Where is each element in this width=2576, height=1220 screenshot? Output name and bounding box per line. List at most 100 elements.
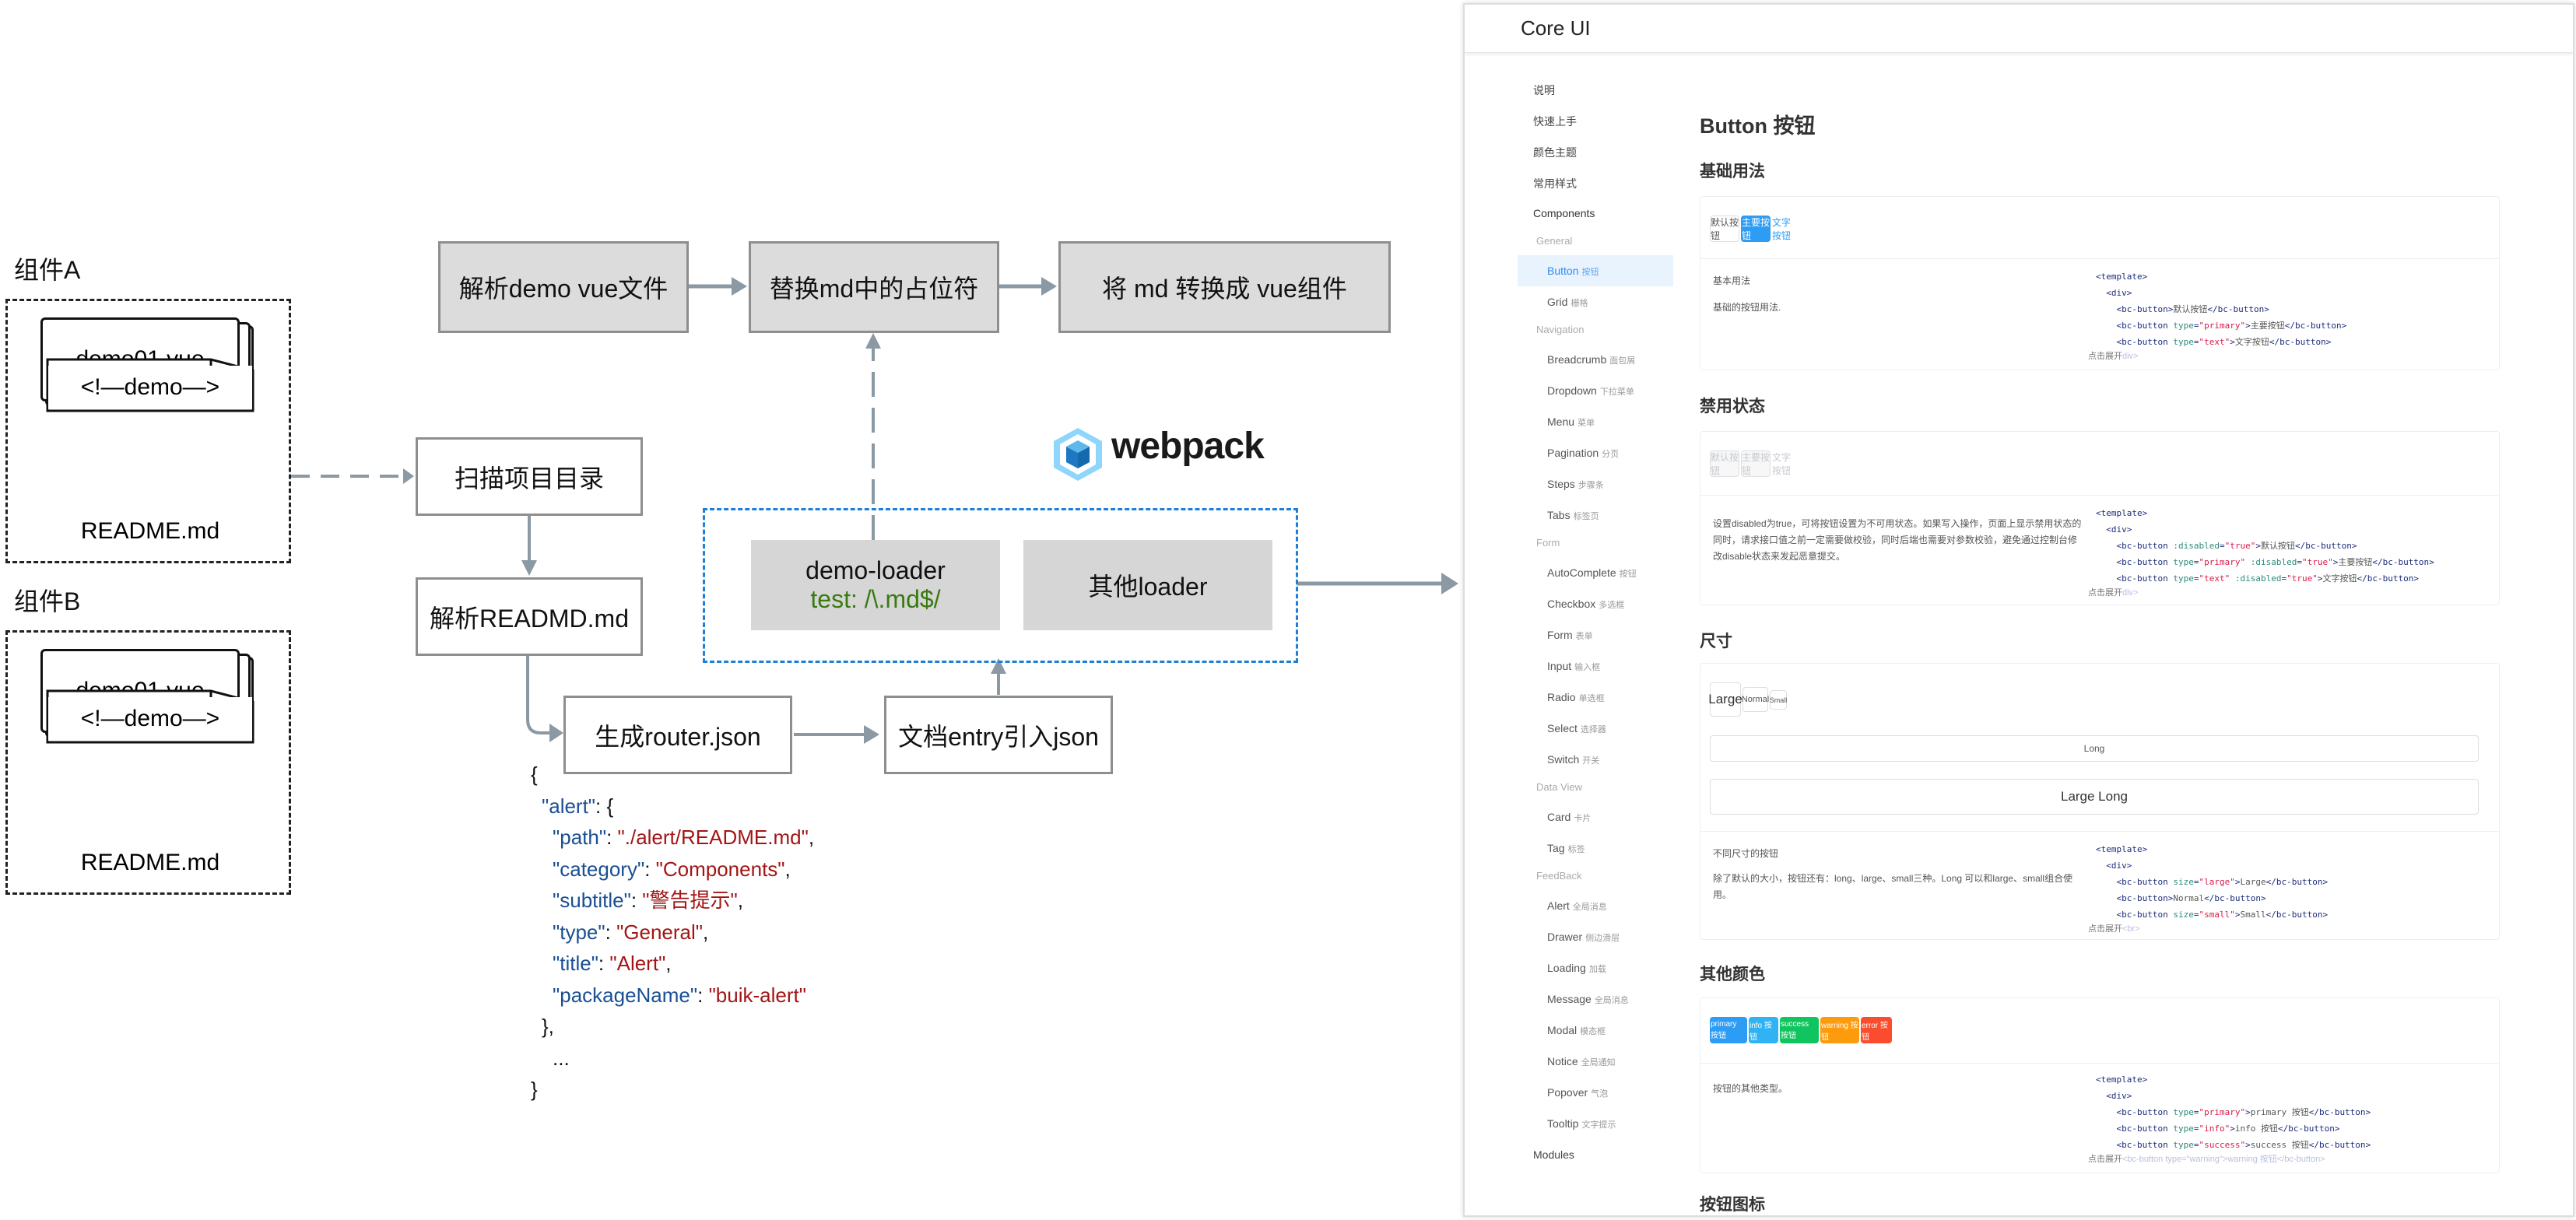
- code-tag: </bc-button: [2204, 893, 2261, 903]
- sidebar-item-label: Menu: [1547, 415, 1575, 428]
- code-tag: </bc-button: [2294, 541, 2352, 551]
- sidebar-item-label: Button: [1547, 265, 1579, 277]
- default-button-disabled[interactable]: 默认按钮: [1710, 450, 1739, 477]
- sidebar-item-breadcrumb[interactable]: Breadcrumb 面包屑: [1547, 353, 1635, 366]
- normal-button[interactable]: Normal: [1742, 687, 1769, 712]
- sidebar-item[interactable]: 常用样式: [1533, 176, 1577, 191]
- code-value: "info": [2199, 1124, 2230, 1134]
- large-button[interactable]: Large: [1708, 682, 1742, 717]
- sidebar-item-label: Grid: [1547, 296, 1568, 308]
- main-content: Button 按钮 基础用法 默认按钮 主要按钮 文字按钮 基本用法 基础的按钮…: [1700, 54, 2573, 1215]
- json-key: "alert": [542, 794, 596, 818]
- code-tag: >: [2126, 861, 2132, 871]
- sidebar-item-tag[interactable]: Tag 标签: [1547, 842, 1585, 855]
- color-button-primary[interactable]: primary 按钮: [1710, 1017, 1747, 1043]
- code-line: <bc-button type="primary">primary 按钮</bc…: [2116, 1107, 2371, 1117]
- code-tag: >: [2351, 541, 2357, 551]
- button-label: 文字按钮: [1772, 217, 1792, 241]
- button-label: primary 按钮: [1711, 1020, 1737, 1040]
- code-line: <div>: [2096, 857, 2328, 874]
- sidebar-item-notice[interactable]: Notice 全局通知: [1547, 1055, 1616, 1068]
- sidebar-item[interactable]: 快速上手: [1533, 114, 1577, 129]
- sidebar-item-loading[interactable]: Loading 加载: [1547, 962, 1606, 975]
- app-title[interactable]: Core UI: [1521, 16, 1591, 40]
- code-tag: <bc-button: [2116, 893, 2168, 903]
- sidebar-item-checkbox[interactable]: Checkbox 多选框: [1547, 598, 1624, 611]
- code-value: "text": [2199, 337, 2230, 347]
- text-button-disabled[interactable]: 文字按钮: [1772, 450, 1799, 477]
- sidebar-item-label: Dropdown: [1547, 384, 1597, 397]
- code-text: 文字按钮: [2234, 337, 2269, 347]
- code-tag: >: [2413, 573, 2419, 584]
- text-button[interactable]: 文字按钮: [1772, 216, 1799, 242]
- sidebar-item-select[interactable]: Select 选择器: [1547, 722, 1606, 735]
- demo-loader-box: demo-loader test: /\.md$/: [751, 540, 1000, 630]
- sidebar-item-grid[interactable]: Grid 栅格: [1547, 296, 1588, 309]
- sidebar-item-message[interactable]: Message 全局消息: [1547, 993, 1629, 1006]
- sidebar-section-title: Navigation: [1536, 324, 1585, 335]
- color-button-warning[interactable]: warning 按钮: [1820, 1017, 1859, 1043]
- color-button-success[interactable]: success 按钮: [1780, 1017, 1819, 1043]
- code-line: <bc-button :disabled="true">默认按钮</bc-but…: [2116, 541, 2357, 551]
- json-punct: ,: [703, 920, 709, 944]
- sidebar-item-modal[interactable]: Modal 模态框: [1547, 1024, 1606, 1037]
- sidebar-item[interactable]: 颜色主题: [1533, 145, 1577, 160]
- section-title-basic: 基础用法: [1700, 163, 1765, 181]
- sidebar-item-dropdown[interactable]: Dropdown 下拉菜单: [1547, 384, 1634, 398]
- code-value: "true": [2224, 541, 2256, 551]
- section-title-size: 尺寸: [1700, 633, 1732, 650]
- sidebar-item-switch[interactable]: Switch 开关: [1547, 753, 1599, 766]
- sidebar-item-autocomplete[interactable]: AutoComplete 按钮: [1547, 566, 1637, 580]
- router-json-sample: { "alert": { "path": "./alert/README.md"…: [531, 759, 814, 1106]
- json-close-inner: },: [542, 1015, 554, 1038]
- button-label: 默认按钮: [1711, 452, 1739, 476]
- sidebar-item[interactable]: Modules: [1533, 1148, 1574, 1161]
- code-block: <template> <div> <bc-button size="large"…: [2096, 841, 2328, 923]
- demo-card-basic: 默认按钮 主要按钮 文字按钮 基本用法 基础的按钮用法. <template> …: [1700, 196, 2500, 370]
- primary-button-disabled[interactable]: 主要按钮: [1741, 450, 1771, 477]
- step-md-to-vue: 将 md 转换成 vue组件: [1058, 241, 1391, 333]
- json-close: }: [531, 1078, 538, 1101]
- sidebar-item-label: Switch: [1547, 753, 1580, 766]
- demo-loader-test: test: /\.md$/: [810, 585, 941, 613]
- sidebar-item[interactable]: 说明: [1533, 82, 1555, 98]
- code-tag: >: [2126, 1091, 2132, 1101]
- sidebar-item-sublabel: 加载: [1588, 965, 1606, 974]
- json-value: "General": [616, 920, 704, 944]
- expand-code-link[interactable]: 点击展开<bc-button type="warning">warning 按钮…: [2088, 1152, 2325, 1165]
- sidebar-item-sublabel: 卡片: [1574, 814, 1592, 823]
- json-punct: :: [598, 952, 610, 975]
- sidebar-item-sublabel: 菜单: [1578, 419, 1595, 428]
- sidebar-item-radio[interactable]: Radio 单选框: [1547, 691, 1605, 704]
- sidebar-item-popover[interactable]: Popover 气泡: [1547, 1086, 1608, 1099]
- sidebar-item-input[interactable]: Input 输入框: [1547, 660, 1600, 673]
- sidebar-item[interactable]: Components: [1533, 207, 1595, 219]
- json-punct: : {: [595, 794, 614, 818]
- sidebar-item-form[interactable]: Form 表单: [1547, 629, 1593, 642]
- sidebar-item-tabs[interactable]: Tabs 标签页: [1547, 509, 1599, 522]
- sidebar-item-steps[interactable]: Steps 步骤条: [1547, 478, 1604, 491]
- color-button-error[interactable]: error 按钮: [1861, 1017, 1892, 1043]
- sidebar-item-pagination[interactable]: Pagination 分页: [1547, 447, 1619, 460]
- small-button[interactable]: Small: [1770, 690, 1787, 710]
- color-button-info[interactable]: info 按钮: [1749, 1017, 1778, 1043]
- demo-area: 默认按钮 主要按钮 文字按钮: [1700, 432, 2499, 496]
- expand-code-link[interactable]: 点击展开div>: [2088, 349, 2139, 362]
- sidebar-item-label: Modal: [1547, 1024, 1578, 1036]
- sidebar-item-alert[interactable]: Alert 全局消息: [1547, 899, 1607, 913]
- code-tag: >: [2429, 557, 2434, 567]
- default-button[interactable]: 默认按钮: [1710, 216, 1739, 242]
- code-tag: </bc-button: [2265, 910, 2323, 920]
- sidebar-item-button[interactable]: Button 按钮: [1547, 265, 1599, 278]
- expand-code-link[interactable]: 点击展开<br>: [2088, 922, 2140, 934]
- sidebar-item-card[interactable]: Card 卡片: [1547, 811, 1591, 824]
- sidebar-item-tooltip[interactable]: Tooltip 文字提示: [1547, 1117, 1616, 1131]
- code-tag: >: [2142, 1075, 2148, 1085]
- primary-button[interactable]: 主要按钮: [1741, 216, 1771, 242]
- expand-code-link[interactable]: 点击展开div>: [2088, 586, 2139, 598]
- sidebar-item-menu[interactable]: Menu 菜单: [1547, 415, 1595, 429]
- code-tag: >: [2126, 524, 2132, 535]
- large-long-button[interactable]: Large Long: [1710, 779, 2479, 815]
- long-button[interactable]: Long: [1710, 735, 2479, 762]
- sidebar-item-drawer[interactable]: Drawer 侧边滑层: [1547, 931, 1620, 944]
